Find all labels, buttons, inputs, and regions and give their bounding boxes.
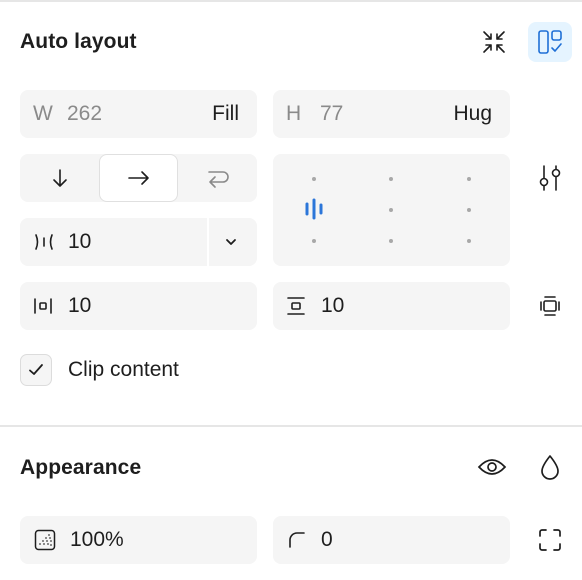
gap-icon xyxy=(35,234,53,250)
clip-content-checkbox[interactable] xyxy=(20,354,52,386)
top-divider xyxy=(0,0,582,2)
corner-radius-value[interactable]: 0 xyxy=(321,528,333,552)
corner-radius-field[interactable]: 0 xyxy=(273,516,510,564)
eye-icon xyxy=(477,459,507,475)
direction-horizontal-button[interactable] xyxy=(99,154,178,202)
vertical-padding-value[interactable]: 10 xyxy=(321,294,344,318)
individual-padding-button[interactable] xyxy=(528,286,572,326)
align-right-center[interactable] xyxy=(467,208,471,212)
direction-control xyxy=(20,154,257,202)
chevron-down-icon[interactable] xyxy=(223,234,239,250)
align-bottom-center[interactable] xyxy=(389,239,393,243)
align-bottom-right[interactable] xyxy=(467,239,471,243)
width-prefix: W xyxy=(33,102,53,125)
independent-corners-button[interactable] xyxy=(528,520,572,560)
align-left-center-icon[interactable] xyxy=(303,198,327,220)
drop-icon xyxy=(541,455,559,480)
advanced-settings-button[interactable] xyxy=(528,158,572,198)
align-center[interactable] xyxy=(389,208,393,212)
visibility-button[interactable] xyxy=(470,447,514,487)
section-divider xyxy=(0,425,582,427)
direction-vertical-button[interactable] xyxy=(20,154,99,202)
appearance-title: Appearance xyxy=(20,456,142,479)
vertical-padding-icon xyxy=(287,297,305,315)
corner-radius-icon xyxy=(289,532,305,548)
horizontal-padding-value[interactable]: 10 xyxy=(68,294,91,318)
align-bottom-left[interactable] xyxy=(312,239,316,243)
direction-wrap-button[interactable] xyxy=(178,154,257,202)
opacity-field[interactable]: 100% xyxy=(20,516,257,564)
opacity-value[interactable]: 100% xyxy=(70,528,124,552)
horizontal-arrow-icon xyxy=(127,171,149,185)
auto-layout-title: Auto layout xyxy=(20,30,137,53)
horizontal-padding-field[interactable]: 10 xyxy=(20,282,257,330)
width-field[interactable]: W 262 Fill xyxy=(20,90,257,138)
vertical-padding-field[interactable]: 10 xyxy=(273,282,510,330)
clip-content-label: Clip content xyxy=(68,358,179,381)
horizontal-padding-icon xyxy=(34,298,52,314)
gap-value[interactable]: 10 xyxy=(68,230,91,254)
blend-mode-button[interactable] xyxy=(528,447,572,487)
collapse-button[interactable] xyxy=(472,22,516,62)
height-value[interactable]: 77 xyxy=(320,102,343,126)
gap-field[interactable]: 10 xyxy=(20,218,257,266)
opacity-icon xyxy=(34,529,56,551)
sliders-icon xyxy=(539,165,561,191)
alignment-grid[interactable] xyxy=(273,154,510,266)
height-mode-button[interactable]: Hug xyxy=(453,102,492,126)
height-field[interactable]: H 77 Hug xyxy=(273,90,510,138)
vertical-arrow-icon xyxy=(52,169,67,187)
align-top-right[interactable] xyxy=(467,177,471,181)
layout-mode-button[interactable] xyxy=(528,22,572,62)
corners-expand-icon xyxy=(539,529,561,551)
width-value[interactable]: 262 xyxy=(67,102,102,126)
align-top-center[interactable] xyxy=(389,177,393,181)
width-mode-button[interactable]: Fill xyxy=(212,102,239,126)
padding-frame-icon xyxy=(540,296,560,316)
collapse-arrows-icon xyxy=(483,31,505,53)
wrap-arrow-icon xyxy=(207,171,229,188)
align-top-left[interactable] xyxy=(312,177,316,181)
height-prefix: H xyxy=(286,102,302,125)
layout-check-icon xyxy=(538,30,562,54)
checkmark-icon xyxy=(29,364,43,375)
gap-divider xyxy=(207,218,209,266)
